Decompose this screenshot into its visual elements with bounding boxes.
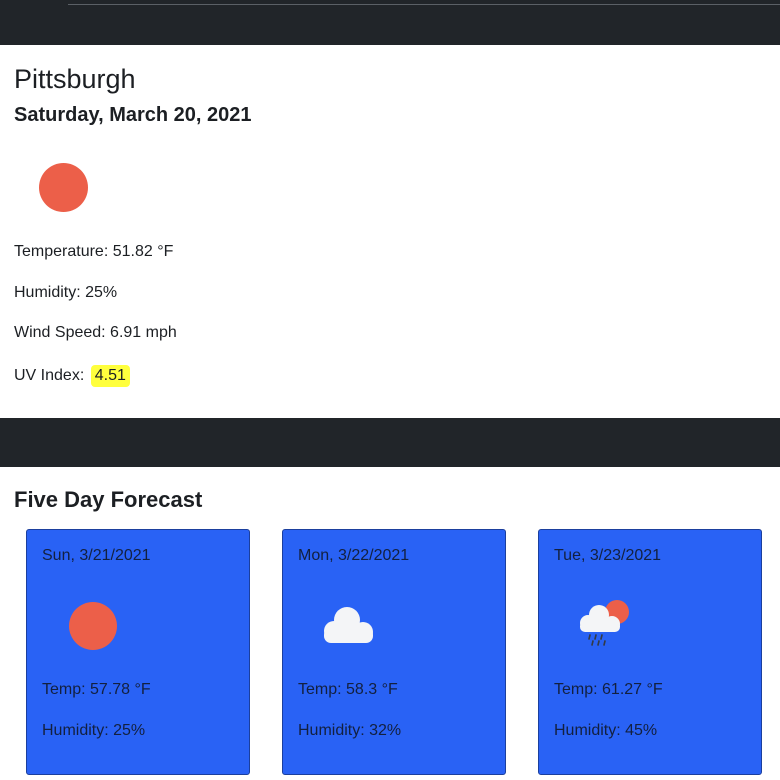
forecast-temp: Temp: 61.27 °F [554,681,663,698]
humidity-text: Humidity: 25% [14,284,118,301]
forecast-title: Five Day Forecast [14,487,203,512]
forecast-date: Tue, 3/23/2021 [554,547,662,564]
forecast-temp: Temp: 57.78 °F [42,681,151,698]
section-divider-bar [0,418,780,467]
forecast-temp: Temp: 58.3 °F [298,681,398,698]
sun-icon [39,163,88,212]
forecast-card: Sun, 3/21/2021 Temp: 57.78 °F Humidity: … [26,529,250,775]
forecast-card: Tue, 3/23/2021 Temp: 61.27 °F Humidity: … [538,529,762,775]
uv-index-label: UV Index: [14,367,85,384]
forecast-card: Mon, 3/22/2021 Temp: 58.3 °F Humidity: 3… [282,529,506,775]
forecast-humidity: Humidity: 25% [42,722,146,739]
current-weather-panel: Pittsburgh Saturday, March 20, 2021 Temp… [0,45,780,418]
navbar-divider [68,4,780,5]
top-navbar [0,0,780,45]
cloud-icon [324,607,373,643]
city-name: Pittsburgh [14,64,136,94]
forecast-date: Sun, 3/21/2021 [42,547,151,564]
forecast-humidity: Humidity: 32% [298,722,402,739]
forecast-humidity: Humidity: 45% [554,722,658,739]
forecast-date: Mon, 3/22/2021 [298,547,410,564]
current-date: Saturday, March 20, 2021 [14,104,252,126]
temperature-text: Temperature: 51.82 °F [14,243,174,260]
wind-speed-text: Wind Speed: 6.91 mph [14,324,177,341]
sun-icon [69,602,117,650]
uv-index-badge: 4.51 [90,365,130,387]
rain-cloud-sun-icon [580,600,629,646]
uv-index-row: UV Index: 4.51 [14,365,130,387]
